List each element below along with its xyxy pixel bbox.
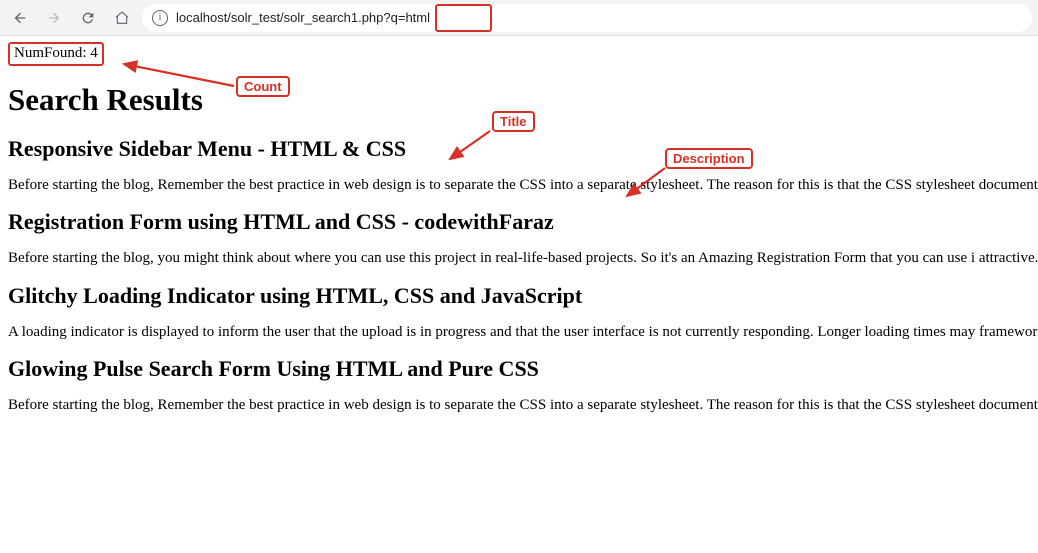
home-button[interactable] xyxy=(108,4,136,32)
result-description: A loading indicator is displayed to info… xyxy=(8,323,1030,343)
results-list: Responsive Sidebar Menu - HTML & CSS Befo… xyxy=(8,136,1030,416)
result-title: Glowing Pulse Search Form Using HTML and… xyxy=(8,356,1030,382)
reload-button[interactable] xyxy=(74,4,102,32)
url-query: html xyxy=(405,10,430,25)
site-info-icon[interactable]: i xyxy=(152,10,168,26)
numfound-value: 4 xyxy=(90,45,98,61)
result-title: Registration Form using HTML and CSS - c… xyxy=(8,209,1030,235)
result-item: Registration Form using HTML and CSS - c… xyxy=(8,209,1030,269)
reload-icon xyxy=(80,10,96,26)
result-title: Responsive Sidebar Menu - HTML & CSS xyxy=(8,136,1030,162)
url-text: localhost/solr_test/solr_search1.php?q=h… xyxy=(176,10,1022,25)
back-button[interactable] xyxy=(6,4,34,32)
arrow-right-icon xyxy=(46,10,62,26)
result-item: Glowing Pulse Search Form Using HTML and… xyxy=(8,356,1030,416)
result-item: Glitchy Loading Indicator using HTML, CS… xyxy=(8,283,1030,343)
result-description: Before starting the blog, Remember the b… xyxy=(8,396,1030,416)
address-bar[interactable]: i localhost/solr_test/solr_search1.php?q… xyxy=(142,4,1032,32)
page-title: Search Results xyxy=(8,82,1030,118)
page-content: NumFound: 4 Count Search Results Title D… xyxy=(0,36,1038,438)
result-description: Before starting the blog, you might thin… xyxy=(8,249,1030,269)
numfound-label: NumFound: xyxy=(14,45,90,61)
result-description: Before starting the blog, Remember the b… xyxy=(8,176,1030,196)
home-icon xyxy=(114,10,130,26)
numfound-box: NumFound: 4 xyxy=(8,42,104,66)
url-prefix: localhost/solr_test/solr_search1.php?q= xyxy=(176,10,405,25)
browser-toolbar: i localhost/solr_test/solr_search1.php?q… xyxy=(0,0,1038,36)
result-item: Responsive Sidebar Menu - HTML & CSS Befo… xyxy=(8,136,1030,196)
result-title: Glitchy Loading Indicator using HTML, CS… xyxy=(8,283,1030,309)
forward-button[interactable] xyxy=(40,4,68,32)
arrow-left-icon xyxy=(12,10,28,26)
